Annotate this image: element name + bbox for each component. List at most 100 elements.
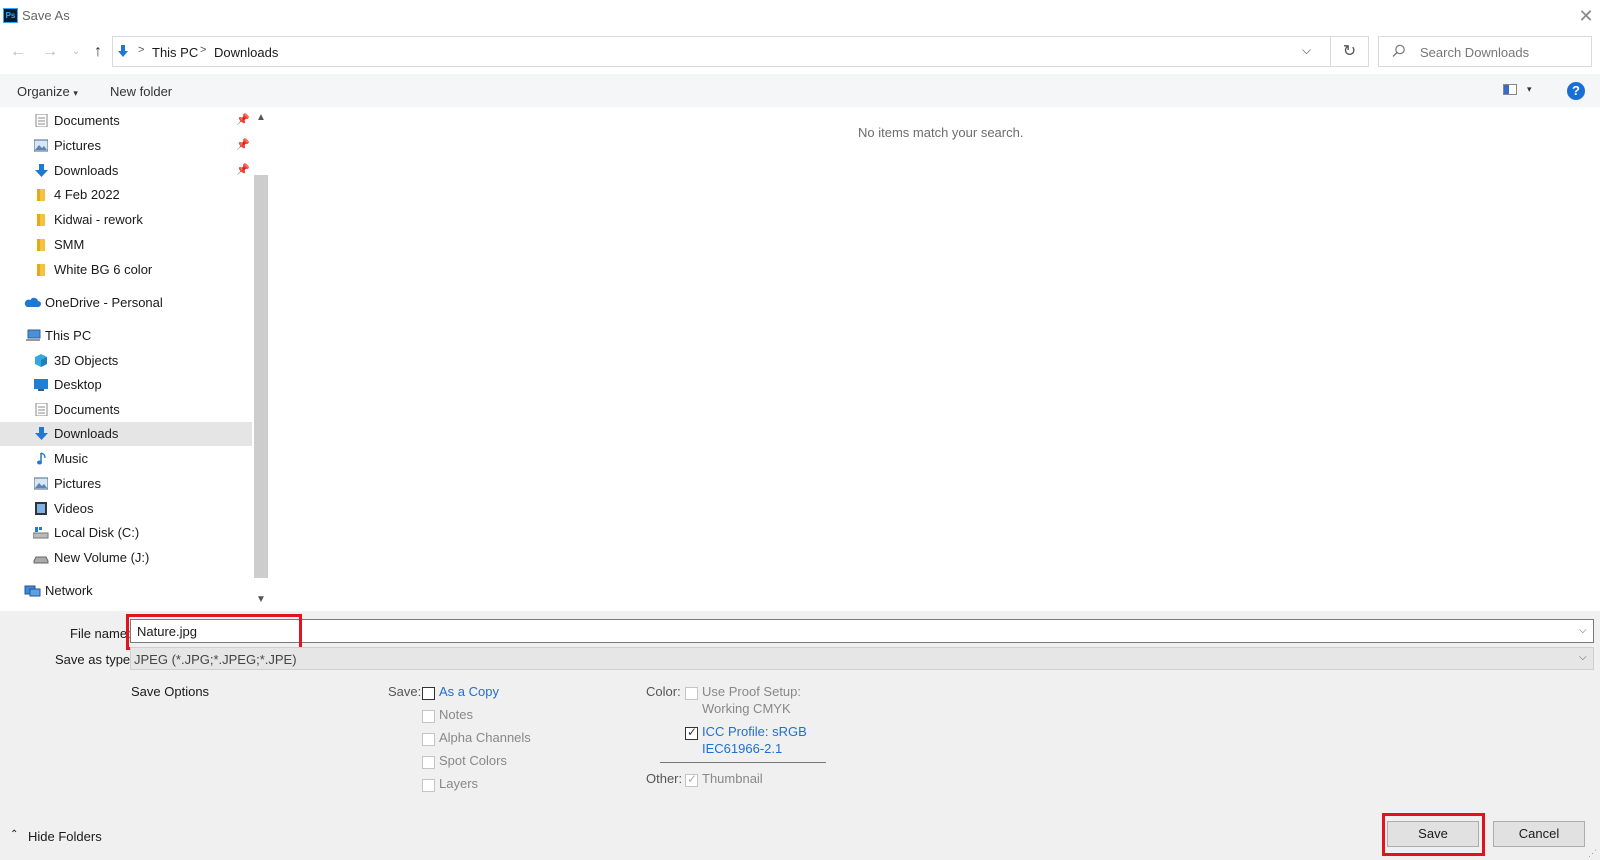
scrollbar-thumb[interactable] — [254, 175, 268, 578]
command-bar — [0, 74, 1600, 107]
recent-locations-chevron-icon[interactable]: ⌄ — [66, 42, 86, 62]
sidebar-item-pictures[interactable]: Pictures — [0, 472, 252, 496]
forward-arrow-icon[interactable]: → — [40, 42, 60, 62]
sidebar-item-label: 4 Feb 2022 — [54, 187, 120, 202]
breadcrumb-downloads[interactable]: Downloads — [214, 45, 278, 60]
breadcrumb-this-pc[interactable]: This PC — [152, 45, 198, 60]
search-icon — [1392, 44, 1405, 57]
file-name-dropdown-icon[interactable]: ⌵ — [1579, 625, 1587, 636]
as-a-copy-checkbox[interactable] — [422, 687, 435, 700]
save-group-label: Save: — [388, 684, 422, 699]
back-arrow-icon[interactable]: ← — [8, 42, 28, 62]
sidebar-item-desktop[interactable]: Desktop — [0, 373, 252, 397]
save-button-highlight — [1382, 813, 1485, 856]
layers-label: Layers — [439, 776, 479, 791]
navigation-pane: Documents 📌 Pictures 📌 Downloads 📌 4 Feb… — [0, 107, 252, 611]
save-as-type-value: JPEG (*.JPG;*.JPEG;*.JPE) — [134, 652, 297, 667]
use-proof-setup-checkbox[interactable] — [685, 687, 698, 700]
organize-button[interactable]: Organize ▾ — [17, 84, 78, 99]
file-name-input[interactable] — [130, 619, 1594, 643]
address-dropdown-chevron-icon[interactable]: ⌵ — [1302, 43, 1311, 58]
sidebar-item-local-disk[interactable]: Local Disk (C:) — [0, 521, 252, 545]
close-icon[interactable]: ✕ — [1575, 5, 1597, 27]
folder-icon — [37, 189, 45, 201]
layers-checkbox[interactable] — [422, 779, 435, 792]
sidebar-item-downloads[interactable]: Downloads 📌 — [0, 159, 252, 183]
sidebar-item-this-pc[interactable]: This PC — [0, 324, 252, 348]
sidebar-item-videos[interactable]: Videos — [0, 497, 252, 521]
sidebar-item-downloads-selected[interactable]: Downloads — [0, 422, 252, 446]
empty-message: No items match your search. — [858, 125, 1024, 140]
thumbnail-checkbox[interactable]: ✓ — [685, 772, 698, 787]
sidebar-item-new-volume[interactable]: New Volume (J:) — [0, 546, 252, 570]
file-list-area[interactable] — [270, 107, 1600, 611]
computer-icon — [26, 329, 41, 341]
sidebar-item-network[interactable]: Network — [0, 579, 252, 603]
local-disk-icon — [33, 527, 49, 539]
hide-folders-button[interactable]: Hide Folders — [28, 829, 102, 844]
checkmark-icon: ✓ — [687, 725, 698, 739]
sidebar-item-label: Downloads — [54, 163, 119, 178]
icc-profile-name: IEC61966-2.1 — [702, 741, 783, 756]
title-bar — [0, 0, 1600, 32]
save-as-type-dropdown-icon[interactable]: ⌵ — [1579, 652, 1587, 663]
videos-icon — [35, 502, 47, 515]
save-as-type-select[interactable] — [130, 647, 1594, 670]
alpha-channels-checkbox[interactable] — [422, 733, 435, 746]
folder-icon — [37, 264, 45, 276]
sidebar-item-documents[interactable]: Documents 📌 — [0, 109, 252, 133]
icc-profile-checkbox[interactable]: ✓ — [685, 725, 698, 740]
scroll-up-arrow-icon[interactable]: ▲ — [256, 112, 266, 123]
resize-grip-icon[interactable]: ⋰ — [1588, 848, 1597, 859]
new-folder-button[interactable]: New folder — [110, 84, 172, 99]
sidebar-item-label: OneDrive - Personal — [45, 295, 163, 310]
breadcrumb-separator-icon: > — [200, 44, 207, 56]
3d-objects-icon — [35, 354, 47, 367]
save-options-title: Save Options — [131, 684, 210, 699]
sidebar-item-label: White BG 6 color — [54, 262, 153, 277]
alpha-channels-label: Alpha Channels — [439, 730, 531, 745]
view-options-caret-icon[interactable]: ▾ — [1527, 84, 1532, 95]
music-icon — [37, 452, 46, 465]
sidebar-item-3d-objects[interactable]: 3D Objects — [0, 349, 252, 373]
sidebar-item-label: SMM — [54, 237, 85, 252]
sidebar-item-label: Local Disk (C:) — [54, 525, 140, 540]
folder-icon — [37, 214, 45, 226]
sidebar-item-onedrive[interactable]: OneDrive - Personal — [0, 291, 252, 315]
sidebar-item-label: Videos — [54, 501, 94, 516]
sidebar-item-label: Documents — [54, 113, 120, 128]
chevron-up-icon[interactable]: ⌃ — [10, 829, 18, 840]
save-as-type-label: Save as type: — [55, 652, 134, 667]
up-arrow-icon[interactable]: ↑ — [88, 42, 108, 62]
sidebar-item-label: Documents — [54, 402, 120, 417]
notes-checkbox[interactable] — [422, 710, 435, 723]
dropdown-caret-icon: ▾ — [73, 88, 78, 98]
help-icon[interactable]: ? — [1567, 82, 1585, 100]
pin-icon: 📌 — [236, 164, 250, 176]
spot-colors-checkbox[interactable] — [422, 756, 435, 769]
as-a-copy-label[interactable]: As a Copy — [439, 684, 499, 699]
sidebar-item-label: Music — [54, 451, 88, 466]
icc-profile-label[interactable]: ICC Profile: sRGB — [702, 724, 807, 739]
cancel-button[interactable]: Cancel — [1493, 821, 1585, 847]
sidebar-item-folder[interactable]: 4 Feb 2022 — [0, 183, 252, 207]
spot-colors-label: Spot Colors — [439, 753, 507, 768]
sidebar-item-music[interactable]: Music — [0, 447, 252, 471]
thumbnail-label: Thumbnail — [702, 771, 763, 786]
change-view-icon[interactable] — [1503, 84, 1517, 95]
sidebar-item-folder[interactable]: White BG 6 color — [0, 258, 252, 282]
color-group-label: Color: — [646, 684, 681, 699]
sidebar-item-folder[interactable]: SMM — [0, 233, 252, 257]
divider — [660, 762, 826, 763]
sidebar-item-pictures[interactable]: Pictures 📌 — [0, 134, 252, 158]
sidebar-item-documents[interactable]: Documents — [0, 398, 252, 422]
address-bar[interactable] — [112, 36, 1331, 67]
sidebar-item-label: This PC — [45, 328, 92, 343]
refresh-icon[interactable]: ↻ — [1331, 36, 1369, 67]
onedrive-icon — [24, 297, 41, 307]
sidebar-item-folder[interactable]: Kidwai - rework — [0, 208, 252, 232]
pin-icon: 📌 — [236, 139, 250, 151]
checkmark-icon: ✓ — [687, 772, 698, 786]
scroll-down-arrow-icon[interactable]: ▼ — [256, 594, 266, 605]
desktop-icon — [34, 379, 48, 391]
